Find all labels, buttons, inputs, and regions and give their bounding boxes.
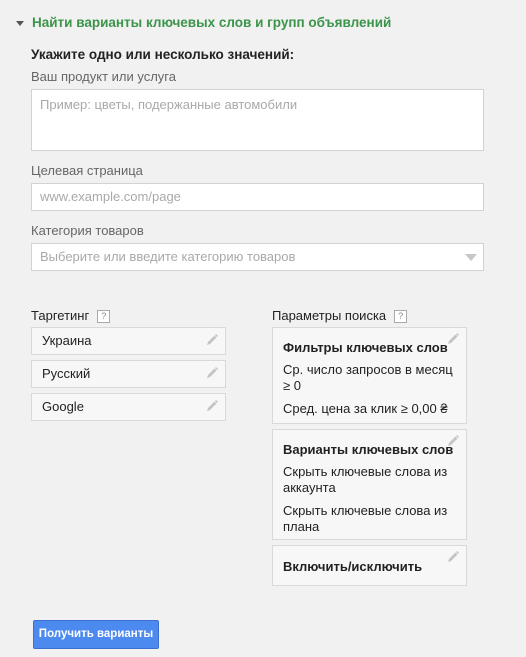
product-label: Ваш продукт или услуга [31,69,176,84]
section-title[interactable]: Найти варианты ключевых слов и групп объ… [32,15,391,30]
landing-page-placeholder: www.example.com/page [40,189,181,204]
landing-page-input[interactable]: www.example.com/page [31,183,484,211]
targeting-item-label: Украина [42,333,92,348]
include-exclude-card[interactable]: Включить/исключить [272,545,467,586]
keyword-options-card[interactable]: Варианты ключевых слов Скрыть ключевые с… [272,429,467,540]
product-placeholder: Пример: цветы, подержанные автомобили [40,97,298,112]
card-line: Сред. цена за клик ≥ 0,00 ₴ [283,401,448,416]
targeting-item-language[interactable]: Русский [31,360,226,388]
targeting-help-icon[interactable]: ? [97,310,111,323]
targeting-label: Таргетинг [31,308,90,323]
category-select[interactable]: Выберите или введите категорию товаров [31,243,484,271]
targeting-item-location[interactable]: Украина [31,327,226,355]
search-params-help-icon[interactable]: ? [394,310,408,323]
pencil-icon[interactable] [205,399,219,413]
form-heading: Укажите одно или несколько значений: [31,47,295,62]
pencil-icon[interactable] [446,434,460,448]
pencil-icon[interactable] [446,550,460,564]
pencil-icon[interactable] [446,332,460,346]
product-input[interactable]: Пример: цветы, подержанные автомобили [31,89,484,151]
get-ideas-button[interactable]: Получить варианты [33,620,159,649]
card-title: Включить/исключить [283,559,423,574]
card-line: Ср. число запросов в месяц ≥ 0 [283,362,453,393]
card-title: Фильтры ключевых слов [283,340,448,355]
targeting-item-label: Русский [42,366,91,381]
targeting-item-label: Google [42,399,84,414]
targeting-heading: Таргетинг? [31,308,111,323]
card-line: Скрыть ключевые слова из плана [283,503,448,534]
dropdown-arrow-icon[interactable] [465,254,477,261]
category-label: Категория товаров [31,223,144,238]
card-line: Скрыть ключевые слова из аккаунта [283,464,448,495]
pencil-icon[interactable] [205,333,219,347]
search-params-heading: Параметры поиска? [272,308,408,323]
pencil-icon[interactable] [205,366,219,380]
landing-page-label: Целевая страница [31,163,143,178]
card-title: Варианты ключевых слов [283,442,454,457]
collapse-triangle-icon[interactable] [16,20,24,26]
section-header[interactable]: Найти варианты ключевых слов и групп объ… [16,15,391,30]
search-params-label: Параметры поиска [272,308,387,323]
targeting-item-network[interactable]: Google [31,393,226,421]
category-placeholder: Выберите или введите категорию товаров [40,249,296,264]
keyword-filters-card[interactable]: Фильтры ключевых слов Ср. число запросов… [272,327,467,424]
